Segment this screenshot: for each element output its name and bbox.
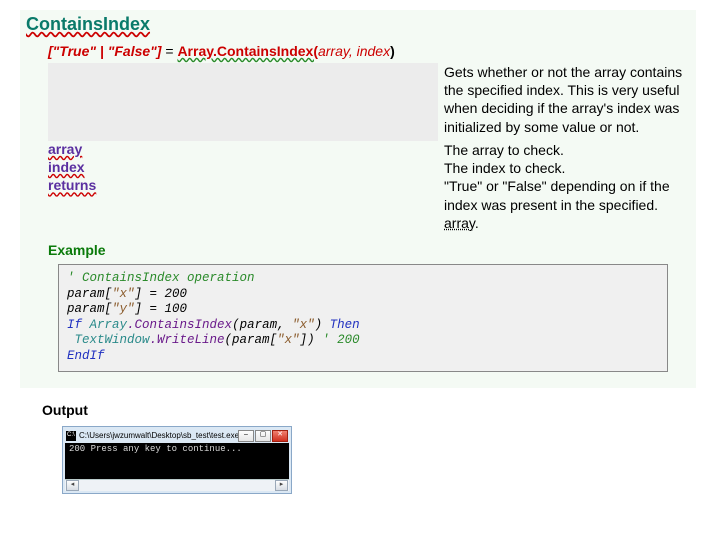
scroll-track[interactable] <box>79 481 275 490</box>
param-desc-index: The index to check. <box>438 159 690 177</box>
param-desc-array: The array to check. <box>438 141 690 159</box>
console-title-path: C:\Users\jwzumwalt\Desktop\sb_test\test.… <box>79 431 238 440</box>
code-example: ' ContainsIndex operation param["x"] = 2… <box>58 264 668 372</box>
scroll-left-button[interactable]: ◂ <box>66 480 79 491</box>
param-desc-returns: "True" or "False" depending on if the in… <box>438 177 690 232</box>
sig-arg-index: index <box>357 43 390 59</box>
minimize-button[interactable]: – <box>238 430 254 442</box>
close-button[interactable]: ✕ <box>272 430 288 442</box>
console-scrollbar[interactable]: ◂ ▸ <box>65 479 289 491</box>
console-output: 200 Press any key to continue... <box>65 443 289 479</box>
description-row: Gets whether or not the array contains t… <box>48 63 690 141</box>
param-name-array: array <box>48 141 82 157</box>
sig-return-type: ["True" | "False"] <box>48 43 161 59</box>
maximize-button[interactable]: ▢ <box>255 430 271 442</box>
function-signature: ["True" | "False"] = Array.ContainsIndex… <box>48 43 690 59</box>
param-name-index: index <box>48 159 85 175</box>
description-gutter <box>48 63 438 141</box>
doc-section: ContainsIndex ["True" | "False"] = Array… <box>20 10 696 388</box>
console-window: C:\Users\jwzumwalt\Desktop\sb_test\test.… <box>62 426 292 494</box>
description-text: Gets whether or not the array contains t… <box>438 63 690 141</box>
scroll-right-button[interactable]: ▸ <box>275 480 288 491</box>
console-titlebar: C:\Users\jwzumwalt\Desktop\sb_test\test.… <box>65 429 289 443</box>
sig-arg-array: array <box>318 43 349 59</box>
output-heading: Output <box>42 402 696 418</box>
section-heading: ContainsIndex <box>26 14 690 35</box>
param-row-array: array The array to check. <box>48 141 690 159</box>
sig-method: Array.ContainsIndex( <box>177 43 318 59</box>
example-heading: Example <box>48 242 690 258</box>
param-row-index: index The index to check. <box>48 159 690 177</box>
param-row-returns: returns "True" or "False" depending on i… <box>48 177 690 232</box>
param-name-returns: returns <box>48 177 96 193</box>
console-icon <box>66 431 76 441</box>
